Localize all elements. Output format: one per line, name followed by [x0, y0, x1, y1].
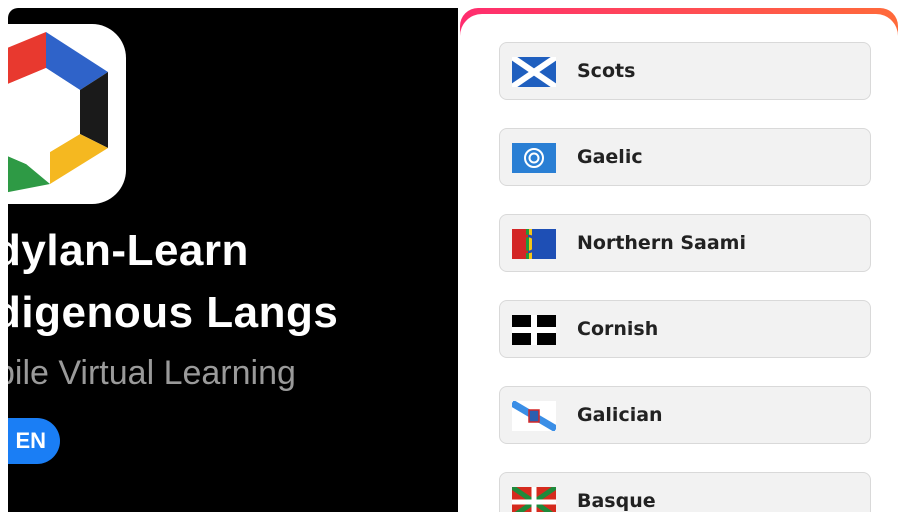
app-title-line-2: digenous Langs	[8, 288, 339, 337]
scotland-flag-icon	[512, 57, 556, 87]
saami-flag-icon	[512, 229, 556, 259]
language-label: Scots	[577, 60, 636, 82]
app-title-line-1: dylan-Learn	[8, 226, 249, 275]
open-button[interactable]: EN	[8, 418, 60, 464]
hexagon-logo-icon	[8, 32, 108, 193]
language-item-northern-saami[interactable]: Northern Saami	[499, 214, 871, 272]
basque-flag-icon	[512, 487, 556, 512]
language-item-cornish[interactable]: Cornish	[499, 300, 871, 358]
language-label: Northern Saami	[577, 232, 746, 254]
language-label: Basque	[577, 490, 656, 512]
galician-flag-icon	[512, 401, 556, 431]
cornish-flag-icon	[512, 315, 556, 345]
app-listing-panel: dylan-Learn digenous Langs bile Virtual …	[8, 8, 458, 512]
language-sheet: Scots Gaelic Northern Saami Cornish Gali…	[460, 14, 898, 512]
app-icon[interactable]	[8, 24, 126, 204]
language-item-gaelic[interactable]: Gaelic	[499, 128, 871, 186]
language-item-basque[interactable]: Basque	[499, 472, 871, 512]
language-label: Gaelic	[577, 146, 643, 168]
language-item-galician[interactable]: Galician	[499, 386, 871, 444]
gaelic-flag-icon	[512, 143, 556, 173]
language-label: Cornish	[577, 318, 659, 340]
app-subtitle: bile Virtual Learning	[8, 354, 296, 392]
language-picker-panel: Scots Gaelic Northern Saami Cornish Gali…	[460, 8, 898, 512]
language-item-scots[interactable]: Scots	[499, 42, 871, 100]
language-label: Galician	[577, 404, 663, 426]
